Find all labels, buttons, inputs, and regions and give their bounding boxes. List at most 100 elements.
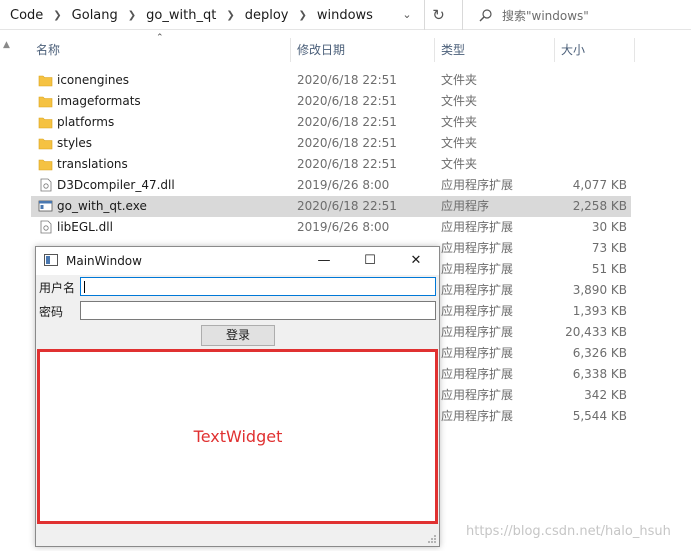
file-type: 文件夹 — [441, 94, 478, 108]
chevron-right-icon[interactable]: ❯ — [292, 10, 312, 21]
username-input[interactable] — [80, 277, 436, 296]
sort-ascending-icon: ⌃ — [156, 33, 164, 43]
file-size: 51 KB — [591, 262, 627, 276]
column-divider[interactable] — [634, 38, 635, 62]
file-size: 6,326 KB — [572, 346, 627, 360]
column-header-type[interactable]: 类型 — [441, 38, 465, 62]
file-row[interactable]: libEGL.dll 2019/6/26 8:00 应用程序扩展 30 KB — [31, 217, 631, 238]
vertical-scrollbar[interactable]: ▲ — [0, 38, 16, 551]
folder-icon — [38, 96, 53, 108]
password-field[interactable] — [81, 302, 435, 319]
username-field[interactable] — [81, 278, 435, 295]
file-type: 应用程序扩展 — [441, 241, 514, 255]
exe-file-icon — [38, 200, 53, 212]
file-size: 73 KB — [591, 241, 627, 255]
breadcrumb-item[interactable]: Code — [6, 8, 47, 23]
password-input[interactable] — [80, 301, 436, 320]
maximize-button[interactable]: ☐ — [347, 247, 393, 275]
file-name: styles — [57, 136, 93, 150]
file-row[interactable]: iconengines 2020/6/18 22:51 文件夹 — [31, 70, 631, 91]
watermark: https://blog.csdn.net/halo_hsuh — [466, 524, 671, 539]
chevron-right-icon[interactable]: ❯ — [47, 10, 67, 21]
file-name: translations — [57, 157, 128, 171]
search-icon — [479, 8, 492, 21]
folder-icon — [38, 75, 53, 87]
file-row[interactable]: styles 2020/6/18 22:51 文件夹 — [31, 133, 631, 154]
file-type: 应用程序扩展 — [441, 346, 514, 360]
login-button[interactable]: 登录 — [201, 325, 275, 346]
file-size: 6,338 KB — [572, 367, 627, 381]
file-date: 2019/6/26 8:00 — [297, 178, 390, 192]
file-type: 文件夹 — [441, 73, 478, 87]
password-label: 密码 — [39, 305, 64, 319]
file-type: 文件夹 — [441, 115, 478, 129]
file-name: D3Dcompiler_47.dll — [57, 178, 175, 192]
file-type: 文件夹 — [441, 136, 478, 150]
address-bar: Code ❯ Golang ❯ go_with_qt ❯ deploy ❯ wi… — [0, 0, 691, 30]
search-placeholder: 搜索"windows" — [502, 8, 589, 23]
close-button[interactable]: ✕ — [393, 247, 439, 275]
file-row[interactable]: D3Dcompiler_47.dll 2019/6/26 8:00 应用程序扩展… — [31, 175, 631, 196]
file-type: 应用程序扩展 — [441, 283, 514, 297]
breadcrumb-item[interactable]: windows — [313, 8, 377, 23]
file-type: 应用程序扩展 — [441, 304, 514, 318]
column-divider[interactable] — [434, 38, 435, 62]
file-size: 4,077 KB — [572, 178, 627, 192]
folder-icon — [38, 159, 53, 171]
file-type: 应用程序扩展 — [441, 325, 514, 339]
file-date: 2019/6/26 8:00 — [297, 220, 390, 234]
file-type: 应用程序扩展 — [441, 367, 514, 381]
refresh-icon[interactable]: ↻ — [424, 0, 452, 30]
breadcrumb-item[interactable]: Golang — [68, 8, 122, 23]
breadcrumb-item[interactable]: go_with_qt — [142, 8, 220, 23]
file-type: 应用程序扩展 — [441, 220, 514, 234]
file-size: 5,544 KB — [572, 409, 627, 423]
text-widget-label: TextWidget — [193, 427, 283, 446]
dll-file-icon — [40, 178, 52, 192]
breadcrumb: Code ❯ Golang ❯ go_with_qt ❯ deploy ❯ wi… — [0, 0, 420, 30]
file-name: imageformats — [57, 94, 141, 108]
scroll-up-icon[interactable]: ▲ — [3, 40, 10, 50]
search-box[interactable]: 搜索"windows" — [462, 0, 691, 30]
file-size: 3,890 KB — [572, 283, 627, 297]
resize-grip-icon[interactable] — [427, 534, 437, 544]
window-title-bar[interactable]: MainWindow — ☐ ✕ — [36, 247, 439, 275]
chevron-right-icon[interactable]: ❯ — [220, 10, 240, 21]
file-size: 20,433 KB — [565, 325, 627, 339]
column-header-name[interactable]: 名称 — [36, 38, 60, 62]
breadcrumb-item[interactable]: deploy — [241, 8, 293, 23]
file-name: iconengines — [57, 73, 130, 87]
file-type: 应用程序扩展 — [441, 388, 514, 402]
file-size: 2,258 KB — [572, 199, 627, 213]
file-row[interactable]: translations 2020/6/18 22:51 文件夹 — [31, 154, 631, 175]
column-divider[interactable] — [290, 38, 291, 62]
column-divider[interactable] — [554, 38, 555, 62]
window-title: MainWindow — [66, 254, 142, 268]
file-name: libEGL.dll — [57, 220, 113, 234]
file-name: go_with_qt.exe — [57, 199, 147, 213]
text-widget[interactable]: TextWidget — [38, 350, 438, 523]
app-window-icon — [44, 254, 58, 266]
file-row[interactable]: platforms 2020/6/18 22:51 文件夹 — [31, 112, 631, 133]
chevron-right-icon[interactable]: ❯ — [122, 10, 142, 21]
file-row[interactable]: imageformats 2020/6/18 22:51 文件夹 — [31, 91, 631, 112]
file-type: 应用程序扩展 — [441, 262, 514, 276]
file-name: platforms — [57, 115, 115, 129]
file-date: 2020/6/18 22:51 — [297, 199, 397, 213]
dll-file-icon — [40, 220, 52, 234]
file-row-selected[interactable]: go_with_qt.exe 2020/6/18 22:51 应用程序 2,25… — [31, 196, 631, 217]
file-size: 30 KB — [591, 220, 627, 234]
file-type: 应用程序扩展 — [441, 178, 514, 192]
file-date: 2020/6/18 22:51 — [297, 157, 397, 171]
file-size: 342 KB — [584, 388, 627, 402]
chevron-down-icon[interactable]: ⌄ — [398, 6, 416, 24]
file-date: 2020/6/18 22:51 — [297, 136, 397, 150]
minimize-button[interactable]: — — [301, 247, 347, 275]
qt-main-window: MainWindow — ☐ ✕ 用户名 密码 登录 TextWidget — [35, 246, 440, 547]
column-header-date[interactable]: 修改日期 — [297, 38, 345, 62]
file-date: 2020/6/18 22:51 — [297, 94, 397, 108]
column-header-size[interactable]: 大小 — [561, 38, 585, 62]
file-type: 文件夹 — [441, 157, 478, 171]
file-size: 1,393 KB — [572, 304, 627, 318]
file-type: 应用程序 — [441, 199, 490, 213]
